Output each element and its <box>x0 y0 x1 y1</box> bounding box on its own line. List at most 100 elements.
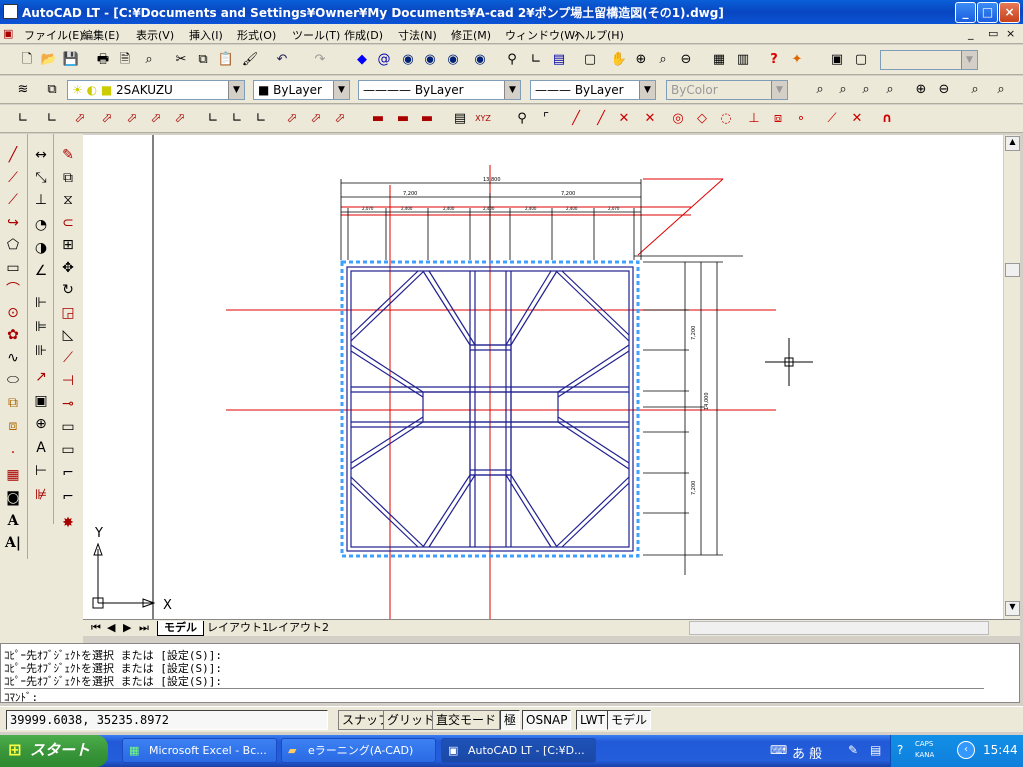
ucs-face-icon[interactable]: ⬀ <box>97 109 117 129</box>
ucs-view-icon[interactable]: ⬀ <box>122 109 142 129</box>
osnap-endpoint-icon[interactable]: ⚲ <box>512 109 532 129</box>
dim-baseline-icon[interactable]: ▬ <box>417 109 437 129</box>
zoom-scale-icon[interactable]: ⌕ <box>856 80 876 100</box>
scroll-up-arrow[interactable]: ▲ <box>1005 136 1020 151</box>
osnap-apparent-icon[interactable]: ✕ <box>640 109 660 129</box>
ucs-3point-icon[interactable]: ⬀ <box>170 109 190 129</box>
menu-insert[interactable]: 挿入(I) <box>189 27 223 43</box>
spline-icon[interactable]: ∿ <box>1 347 25 369</box>
region-icon[interactable]: ◙ <box>1 487 25 509</box>
dim-angular-icon[interactable]: ∠ <box>29 260 53 282</box>
hatch-icon[interactable]: ▦ <box>1 464 25 486</box>
zoom-center-icon[interactable]: ⌕ <box>880 80 900 100</box>
menu-view[interactable]: 表示(V) <box>136 27 174 43</box>
osnap-center-icon[interactable]: ◎ <box>668 109 688 129</box>
dim-diameter-icon[interactable]: ◑ <box>29 237 53 259</box>
zoom-out-icon[interactable]: ⊖ <box>934 80 954 100</box>
print-preview-icon[interactable]: 🗎 <box>115 50 135 70</box>
ucs-world-icon[interactable]: ∟ <box>13 109 33 129</box>
stretch-icon[interactable]: ◺ <box>56 324 80 346</box>
ucs-x-icon[interactable]: ∟ <box>203 109 223 129</box>
make-block-icon[interactable]: ⧈ <box>1 415 25 437</box>
scroll-thumb[interactable] <box>1005 263 1020 277</box>
cut-icon[interactable]: ✂ <box>171 50 191 70</box>
osnap-quadrant-icon[interactable]: ◇ <box>692 109 712 129</box>
ucs-icon[interactable]: ∟ <box>526 50 546 70</box>
menu-dimension[interactable]: 寸法(N) <box>398 27 437 43</box>
explode-icon[interactable]: ✸ <box>56 512 80 534</box>
extend-icon[interactable]: ⊸ <box>56 393 80 415</box>
pentagon-icon[interactable]: ⬠ <box>1 234 25 256</box>
pan-icon[interactable]: ◆ <box>352 50 372 70</box>
snap-icon[interactable]: ⚲ <box>502 50 522 70</box>
scale-icon[interactable]: ◲ <box>56 302 80 324</box>
taskbar-autocad[interactable]: ▣ AutoCAD LT - [C:¥D... <box>441 738 596 763</box>
undo-icon[interactable]: ↶ <box>272 50 292 70</box>
polyline-icon[interactable]: ⟋ <box>1 189 25 211</box>
globe2-icon[interactable]: ◉ <box>420 50 440 70</box>
zoom-previous-icon[interactable]: ⊖ <box>676 50 696 70</box>
construction-line-icon[interactable]: ⟋ <box>1 167 25 189</box>
doc-minimize-icon[interactable]: _ <box>968 27 974 40</box>
zoom-all-icon[interactable]: ⌕ <box>965 80 985 100</box>
viewport-icon[interactable]: ▢ <box>851 50 871 70</box>
zoom-dynamic-icon[interactable]: ⌕ <box>833 80 853 100</box>
publish-icon[interactable]: ⌕ <box>139 50 159 70</box>
ucs-object-icon[interactable]: ⬀ <box>70 109 90 129</box>
menu-draw[interactable]: 作成(D) <box>344 27 383 43</box>
zoom-window-icon[interactable]: ⌕ <box>653 50 673 70</box>
osnap-nearest-icon[interactable]: ⟋ <box>822 109 842 129</box>
menu-modify[interactable]: 修正(M) <box>451 27 491 43</box>
menu-tools[interactable]: ツール(T) <box>292 27 340 43</box>
dim-textedit-icon[interactable]: ⊢ <box>29 460 53 482</box>
dim-linear-side-icon[interactable]: ↔ <box>29 144 53 166</box>
doc-restore-icon[interactable]: ▭ <box>988 27 998 40</box>
dim-ordinate-icon[interactable]: ⊥ <box>29 189 53 211</box>
revcloud-icon[interactable]: ✿ <box>1 324 25 346</box>
ellipse-icon[interactable]: ⬭ <box>1 369 25 391</box>
array-icon[interactable]: ⊞ <box>56 234 80 256</box>
osnap-tangent-icon[interactable]: ◌ <box>716 109 736 129</box>
command-window[interactable]: ｺﾋﾟｰ先ｵﾌﾞｼﾞｪｸﾄを選択 または [設定(S)]: ｺﾋﾟｰ先ｵﾌﾞｼﾞ… <box>0 643 1020 705</box>
taskbar-folder[interactable]: ▰ eラーニング(A-CAD) <box>281 738 436 763</box>
document-icon[interactable]: ▣ <box>3 27 13 40</box>
mirror-icon[interactable]: ⧖ <box>56 189 80 211</box>
viewport-scale-combo[interactable]: ▼ <box>880 50 978 70</box>
dim-edit-icon[interactable]: A <box>29 437 53 459</box>
osnap-perp-icon[interactable]: ⊥ <box>744 109 764 129</box>
globe3-icon[interactable]: ◉ <box>443 50 463 70</box>
layers-icon[interactable]: ▤ <box>549 50 569 70</box>
ime-indicator[interactable]: あ 般 <box>792 743 822 762</box>
rotate-icon[interactable]: ↻ <box>56 279 80 301</box>
move-icon[interactable]: ✥ <box>56 257 80 279</box>
realtime-pan-icon[interactable]: ✋ <box>609 50 629 70</box>
tile-icon[interactable]: ▣ <box>827 50 847 70</box>
lineweight-combo[interactable]: ——— ByLayer ▼ <box>530 80 656 100</box>
taskbar-excel[interactable]: ▦ Microsoft Excel - Bc... <box>122 738 277 763</box>
point-icon[interactable]: · <box>1 442 25 464</box>
tray-arrow-icon[interactable]: ‹ <box>957 741 975 759</box>
dim-aligned-side-icon[interactable]: ⤡ <box>29 167 53 189</box>
dim-baseline-side-icon[interactable]: ⊫ <box>29 316 53 338</box>
copy-icon[interactable]: ⧉ <box>193 50 213 70</box>
ucs-origin-icon[interactable]: ⬀ <box>146 109 166 129</box>
scroll-down-arrow[interactable]: ▼ <box>1005 601 1020 616</box>
text-icon[interactable]: A| <box>1 532 25 554</box>
color-combo[interactable]: ■ ByLayer ▼ <box>253 80 350 100</box>
start-button[interactable]: ⊞ スタート <box>0 735 108 767</box>
line-icon[interactable]: ╱ <box>1 144 25 166</box>
center-mark-icon[interactable]: ⊕ <box>29 413 53 435</box>
ucs-rotate-icon[interactable]: ⬀ <box>306 109 326 129</box>
dim-update-icon[interactable]: ⊯ <box>29 484 53 506</box>
dim-radius-icon[interactable]: ◔ <box>29 214 53 236</box>
menu-edit[interactable]: 編集(E) <box>82 27 120 43</box>
command-prompt[interactable]: ｺﾏﾝﾄﾞ: <box>4 688 984 705</box>
osnap-toggle[interactable]: OSNAP <box>522 710 572 730</box>
help-tray-icon[interactable]: ? <box>897 743 903 757</box>
copy-object-icon[interactable]: ⧉ <box>56 167 80 189</box>
paste-icon[interactable]: 📋 <box>216 50 236 70</box>
menu-file[interactable]: ファイル(E) <box>24 27 84 43</box>
vertical-scrollbar[interactable]: ▲ ▼ <box>1003 135 1020 619</box>
ucs-apply-icon[interactable]: ⬀ <box>282 109 302 129</box>
chamfer-icon[interactable]: ⌐ <box>56 462 80 484</box>
